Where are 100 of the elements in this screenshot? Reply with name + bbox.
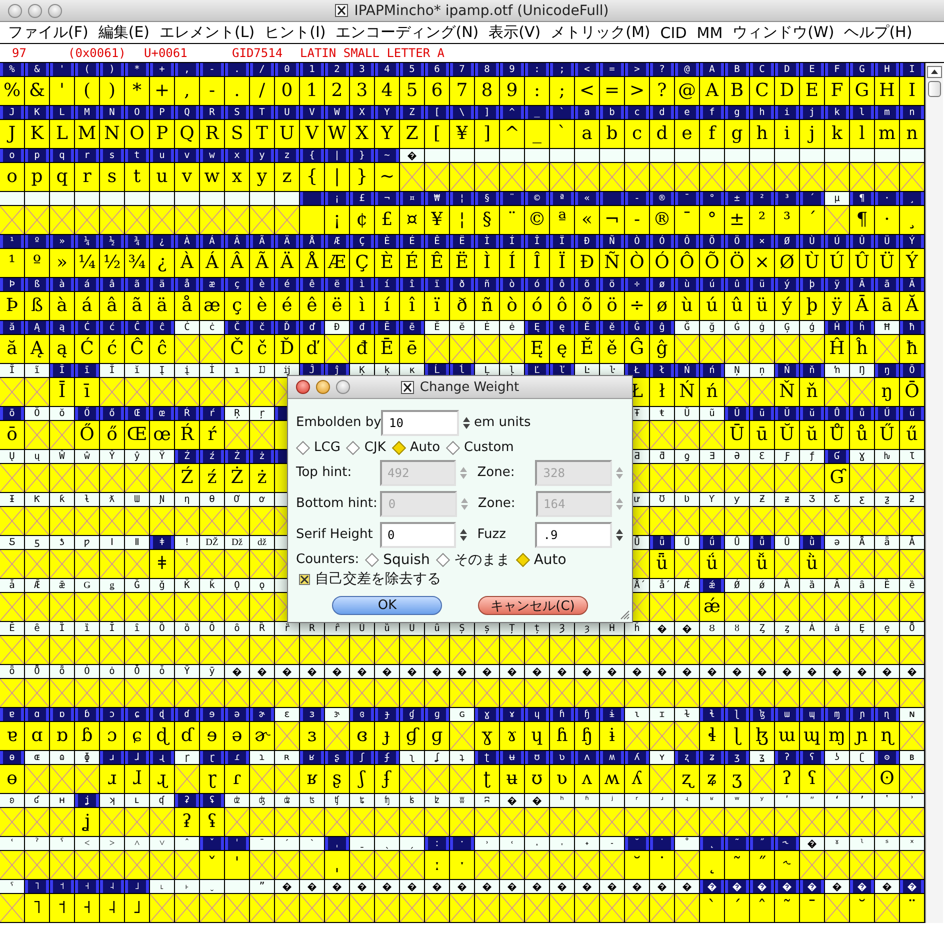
glyph-label: ú	[700, 278, 725, 292]
glyph-label: ,	[175, 63, 200, 77]
glyph-label: ʋ	[550, 751, 575, 765]
glyph-label: Ū	[725, 407, 750, 421]
glyph-label: ʛ	[25, 794, 50, 808]
glyph-label: Ȱ	[125, 665, 150, 679]
glyph-label: ƛ	[100, 493, 125, 507]
glyph-label: ș	[475, 622, 500, 636]
glyph-label: ǫ	[250, 579, 275, 593]
glyph-label: Ň	[775, 364, 800, 378]
glyph-label: «	[575, 192, 600, 206]
glyph-label: e	[675, 106, 700, 120]
glyph-label: ʖ	[825, 751, 850, 765]
glyph-label: U	[275, 106, 300, 120]
glyph-label: ʥ	[275, 794, 300, 808]
glyph-label: ˊ	[275, 837, 300, 851]
glyph-label: ʱ	[575, 794, 600, 808]
glyph-label: Ǝ	[700, 450, 725, 464]
glyph-label: Ɩ	[900, 450, 925, 464]
glyph-label: ˎ	[375, 837, 400, 851]
glyph-label: ǩ	[200, 579, 225, 593]
glyph-label: ]	[475, 106, 500, 120]
glyph-label: ī	[75, 364, 100, 378]
glyph-label: °	[700, 192, 725, 206]
glyph-label: Ŭ	[775, 407, 800, 421]
glyph-label: D	[775, 63, 800, 77]
glyph-label: þ	[800, 278, 825, 292]
glyph-label: ő	[100, 407, 125, 421]
glyph-label: ˏ	[400, 837, 425, 851]
glyph-label: ð	[450, 278, 475, 292]
glyph-label: 2	[325, 63, 350, 77]
glyph-label: ¯	[675, 192, 700, 206]
glyph-label: à	[50, 278, 75, 292]
glyph-label: Ʊ	[650, 493, 675, 507]
glyph-label: ¡	[325, 192, 350, 206]
glyph-label: Þ	[0, 278, 25, 292]
glyph-label: É	[400, 235, 425, 249]
glyph-label: ɾ	[225, 751, 250, 765]
glyph-label: Ȯ	[75, 665, 100, 679]
glyph-label: ʨ	[350, 794, 375, 808]
glyph-label: N	[100, 106, 125, 120]
glyph-label: ȋ	[125, 622, 150, 636]
glyph-label: ²	[750, 192, 775, 206]
glyph-label: đ	[350, 321, 375, 335]
glyph-label: Ģ	[775, 321, 800, 335]
glyph-label: ˈ	[225, 837, 250, 851]
glyph-label: ũ	[700, 407, 725, 421]
glyph-label: p	[25, 149, 50, 163]
glyph-label: ó	[525, 278, 550, 292]
glyph-label: Ȧ	[800, 622, 825, 636]
glyph-label: Ĕ	[425, 321, 450, 335]
glyph-label: ɪ	[650, 708, 675, 722]
glyph-label: ā	[875, 278, 900, 292]
glyph-label: ɩ	[625, 708, 650, 722]
glyph-label: ˅	[150, 837, 175, 851]
glyph-label: ƒ	[800, 450, 825, 464]
glyph-label: Ǧ	[125, 579, 150, 593]
glyph-label: Ĥ	[825, 321, 850, 335]
glyph-label: ß	[25, 278, 50, 292]
glyph-label: ɔ	[100, 708, 125, 722]
glyph-label: ʁ	[300, 751, 325, 765]
field-label: Fuzz	[476, 527, 507, 542]
field-label: Serif Height	[296, 527, 374, 542]
glyph-label: ˤ	[0, 880, 25, 894]
glyph-label: á	[75, 278, 100, 292]
glyph-label: ʘ	[875, 751, 900, 765]
glyph-label: ű	[900, 407, 925, 421]
glyph-label: ǧ	[150, 579, 175, 593]
glyph-label: ʼ	[850, 794, 875, 808]
glyph-label: ɶ	[25, 751, 50, 765]
glyph-label: ʍ	[600, 751, 625, 765]
glyph-label: 0	[275, 63, 300, 77]
glyph-label: |	[325, 149, 350, 163]
glyph-label: ˌ	[325, 837, 350, 851]
glyph-label: ɨ	[600, 708, 625, 722]
glyph-label: ï	[425, 278, 450, 292]
glyph-label: Ő	[75, 407, 100, 421]
glyph-label: ʶ	[700, 794, 725, 808]
glyph-label: Ƒ	[775, 450, 800, 464]
glyph-label: 8	[475, 63, 500, 77]
glyph-label: Ē	[375, 321, 400, 335]
glyph-label: Ż	[225, 450, 250, 464]
glyph-label: ɻ	[150, 751, 175, 765]
glyph-label: ʟ	[125, 794, 150, 808]
glyph-label: ʔ	[775, 751, 800, 765]
glyph-label: Ǥ	[75, 579, 100, 593]
glyph-label: Ȋ	[100, 622, 125, 636]
glyph-label: ǟ	[875, 536, 900, 550]
glyph-info-text: 97	[12, 46, 28, 60]
glyph-label: Î	[525, 235, 550, 249]
glyph-label: Ȭ	[25, 665, 50, 679]
glyph-label: W	[325, 106, 350, 120]
glyph-label: ø	[650, 278, 675, 292]
glyph-label: ǂ	[150, 536, 175, 550]
glyph-label: Ä	[275, 235, 300, 249]
glyph-label: À	[175, 235, 200, 249]
glyph-label: ¹	[0, 235, 25, 249]
glyph-label: G	[850, 63, 875, 77]
glyph-label: B	[725, 63, 750, 77]
glyph-label: ą	[50, 321, 75, 335]
